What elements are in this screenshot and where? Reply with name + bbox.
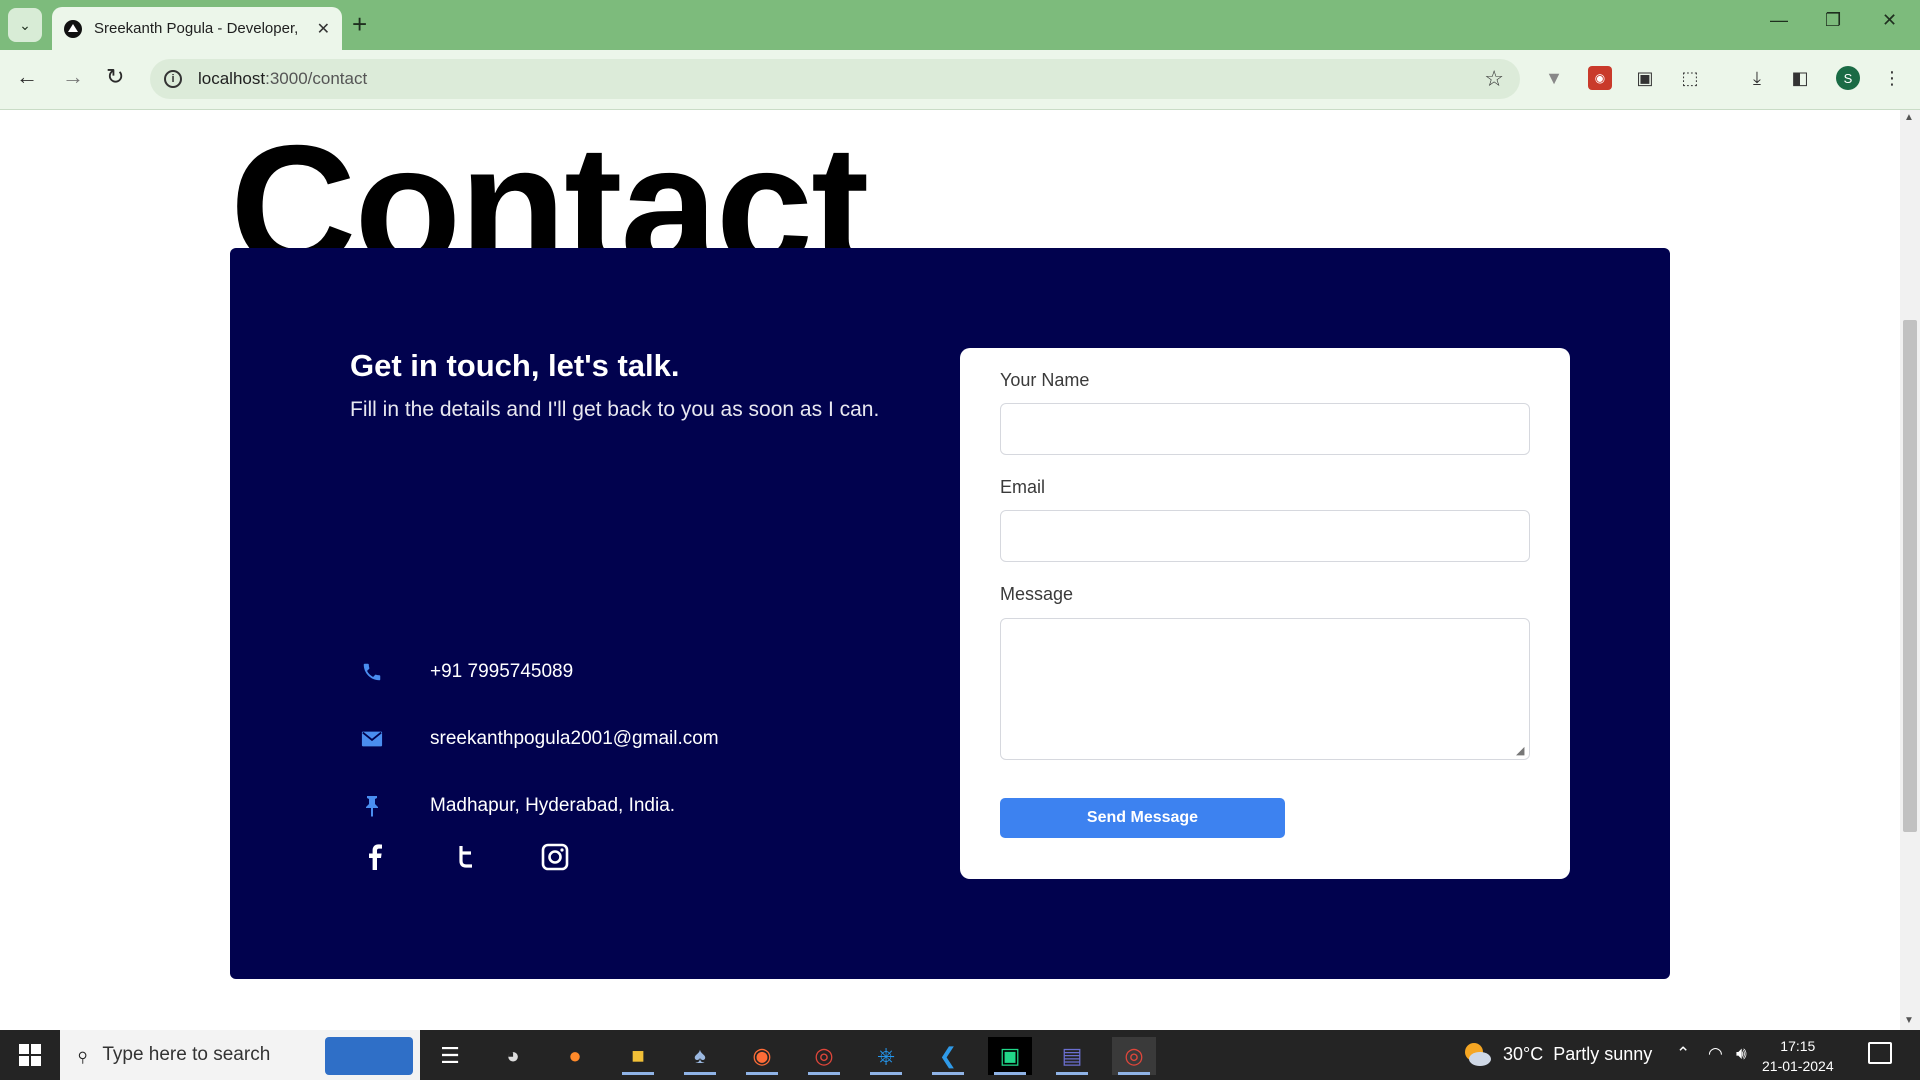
save-icon[interactable]: ▣: [1633, 66, 1657, 90]
page-scrollbar-thumb[interactable]: [1903, 320, 1917, 832]
contact-heading: Get in touch, let's talk.: [350, 348, 680, 383]
app-running-indicator: [994, 1072, 1026, 1075]
app-running-indicator: [1118, 1072, 1150, 1075]
address-bar[interactable]: i localhost:3000/contact ☆: [150, 59, 1520, 99]
contact-location-row: Madhapur, Hyderabad, India.: [360, 794, 675, 818]
mail-icon: [360, 727, 384, 751]
contact-form: Your Name Email Message ◢ Send Message: [960, 348, 1570, 879]
clock-date: 21-01-2024: [1762, 1058, 1834, 1074]
vue-devtools-icon[interactable]: ▼: [1542, 66, 1566, 90]
name-input[interactable]: [1000, 403, 1530, 455]
search-placeholder: Type here to search: [102, 1044, 271, 1065]
windows-logo-icon: [19, 1044, 41, 1066]
profile-avatar[interactable]: S: [1836, 66, 1860, 90]
new-tab-button[interactable]: +: [352, 9, 367, 39]
extensions-puzzle-icon[interactable]: ⬚: [1678, 66, 1702, 90]
search-icon: ⌕: [68, 1041, 96, 1068]
site-favicon-icon: [64, 19, 82, 38]
email-input[interactable]: [1000, 510, 1530, 562]
download-icon[interactable]: ⤓: [1745, 66, 1769, 90]
site-info-icon[interactable]: i: [164, 70, 182, 88]
postgres-icon[interactable]: ♠: [678, 1037, 722, 1075]
search-highlight-image: [325, 1037, 413, 1075]
instagram-icon[interactable]: [540, 842, 570, 872]
send-message-button[interactable]: Send Message: [1000, 798, 1285, 838]
contact-phone[interactable]: +91 7995745089: [430, 661, 573, 683]
page-title: Contact: [230, 120, 868, 258]
pycharm-icon[interactable]: ▣: [988, 1037, 1032, 1075]
browser-tab-bar: ⌄ Sreekanth Pogula - Developer, \ ✕ + — …: [0, 0, 1920, 50]
more-menu-icon[interactable]: ⋮: [1880, 66, 1904, 90]
app-running-indicator: [746, 1072, 778, 1075]
volume-icon[interactable]: 🔊︎: [1736, 1044, 1747, 1064]
forward-arrow-icon[interactable]: →: [62, 64, 84, 90]
app-running-indicator: [1056, 1072, 1088, 1075]
app-running-indicator: [870, 1072, 902, 1075]
weather-summary[interactable]: 30°C Partly sunny: [1503, 1044, 1652, 1065]
page-viewport: Contact Get in touch, let's talk. Fill i…: [0, 110, 1900, 1030]
phone-icon: [360, 660, 384, 684]
contact-subheading: Fill in the details and I'll get back to…: [350, 398, 880, 421]
tab-close-icon[interactable]: ✕: [317, 19, 330, 39]
address-url[interactable]: localhost:3000/contact: [198, 69, 367, 89]
teams-icon[interactable]: ▤: [1050, 1037, 1094, 1075]
docker-icon[interactable]: ⎈: [864, 1037, 908, 1075]
resize-grip-icon[interactable]: ◢: [1516, 744, 1524, 757]
notification-icon[interactable]: [1868, 1042, 1892, 1064]
close-window-icon[interactable]: ✕: [1882, 10, 1897, 31]
colorpick-icon[interactable]: ◉: [1588, 66, 1612, 90]
scroll-up-arrow-icon[interactable]: ▲: [1904, 112, 1914, 123]
scroll-down-arrow-icon[interactable]: ▼: [1904, 1015, 1914, 1026]
bookmark-star-icon[interactable]: ☆: [1484, 66, 1504, 92]
taskbar-search-box[interactable]: ⌕ Type here to search: [60, 1030, 420, 1080]
name-label: Your Name: [1000, 370, 1090, 390]
system-clock[interactable]: 17:15 21-01-2024: [1762, 1036, 1834, 1076]
windows-taskbar: ⌕ Type here to search ☰ ◕ ● ■ ♠ ◉ ◎ ⎈ ❮ …: [0, 1030, 1920, 1080]
chrome-icon[interactable]: ◎: [802, 1037, 846, 1075]
back-arrow-icon[interactable]: ←: [16, 64, 38, 90]
message-label: Message: [1000, 584, 1074, 604]
app-running-indicator: [622, 1072, 654, 1075]
contact-email-row: sreekanthpogula2001@gmail.com: [360, 727, 719, 751]
email-label: Email: [1000, 477, 1046, 497]
wifi-icon[interactable]: ◠: [1708, 1044, 1723, 1064]
facebook-icon[interactable]: [360, 842, 390, 872]
chrome-profile-icon[interactable]: ◎: [1112, 1037, 1156, 1075]
firefox-icon[interactable]: ●: [553, 1037, 597, 1075]
contact-location: Madhapur, Hyderabad, India.: [430, 795, 676, 816]
contact-email[interactable]: sreekanthpogula2001@gmail.com: [430, 728, 719, 750]
app-running-indicator: [684, 1072, 716, 1075]
browser-tab-active[interactable]: Sreekanth Pogula - Developer, \ ✕: [52, 7, 342, 50]
weather-partly-sunny-icon[interactable]: [1462, 1040, 1492, 1068]
app-running-indicator: [808, 1072, 840, 1075]
vscode-icon[interactable]: ❮: [926, 1037, 970, 1075]
message-textarea[interactable]: [1000, 618, 1530, 760]
contact-card: Get in touch, let's talk. Fill in the de…: [230, 248, 1670, 979]
tab-search-button[interactable]: ⌄: [8, 8, 42, 42]
tab-title: Sreekanth Pogula - Developer, \: [94, 20, 299, 37]
minimize-window-icon[interactable]: —: [1770, 10, 1788, 31]
task-view-icon[interactable]: ☰: [428, 1037, 472, 1075]
chevron-down-icon: ⌄: [19, 16, 31, 33]
reload-icon[interactable]: ↻: [106, 64, 124, 90]
contact-phone-row: +91 7995745089: [360, 660, 573, 684]
pin-icon: [360, 794, 384, 818]
restore-window-icon[interactable]: ❐: [1825, 10, 1841, 31]
app-running-indicator: [932, 1072, 964, 1075]
chevron-up-icon[interactable]: ⌃: [1676, 1044, 1690, 1064]
media-icon[interactable]: ◕: [491, 1037, 535, 1075]
clock-time: 17:15: [1780, 1038, 1816, 1054]
file-explorer-icon[interactable]: ■: [616, 1037, 660, 1075]
twitter-icon[interactable]: [450, 842, 480, 872]
side-panel-icon[interactable]: ◧: [1788, 66, 1812, 90]
postman-icon[interactable]: ◉: [740, 1037, 784, 1075]
browser-toolbar: ← → ↻ i localhost:3000/contact ☆ ▼ ◉ ▣ ⬚…: [0, 50, 1920, 110]
start-button[interactable]: [0, 1030, 60, 1080]
